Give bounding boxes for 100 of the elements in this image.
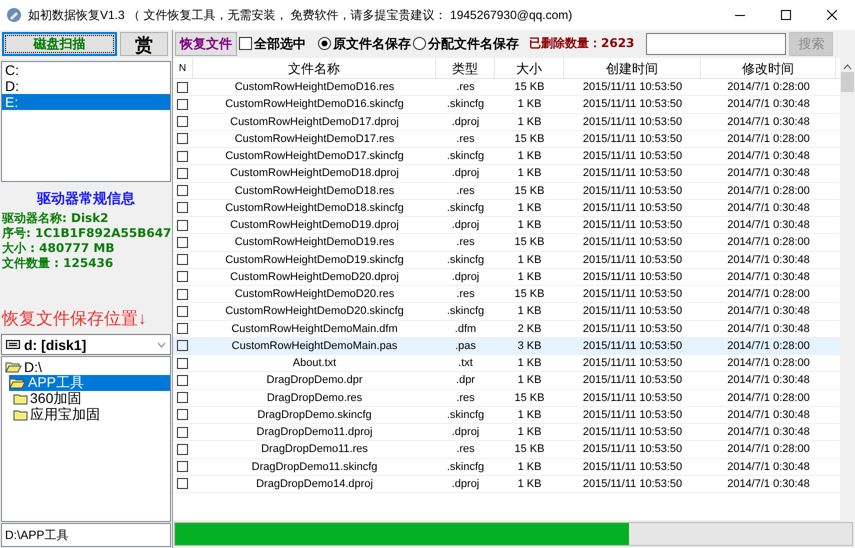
file-row[interactable]: CustomRowHeightDemoD17.res .res 15 KB 2015/11/11 10:53:50 2014/7/1 0:28:00 (173, 130, 840, 148)
column-header[interactable]: N (173, 58, 193, 79)
column-header[interactable]: 创建时间 (564, 58, 701, 79)
search-field[interactable] (646, 32, 786, 54)
file-row[interactable]: CustomRowHeightDemoD18.res .res 15 KB 2015/11/11 10:53:50 2014/7/1 0:28:00 (173, 182, 840, 200)
table-cell-text: 2014/7/1 0:30:48 (726, 167, 811, 180)
table-cell-text: .dproj (450, 167, 480, 180)
file-row[interactable]: CustomRowHeightDemoMain.pas .pas 3 KB 2015/11/11 10:53:50 2014/7/1 0:28:00 (173, 338, 840, 355)
file-row[interactable]: DragDropDemo.res .res 15 KB 2015/11/11 10:53:50 2014/7/1 0:28:00 (173, 390, 840, 407)
table-cell-text: CustomRowHeightDemoD16.res (234, 81, 396, 94)
file-row[interactable]: CustomRowHeightDemoD19.skincfg .skincfg 1 KB 2015/11/11 10:53:50 2014/7/1 0:30:48 (173, 252, 840, 269)
drive-combo[interactable]: d: [disk1] (1, 334, 171, 355)
row-checkbox[interactable] (177, 374, 188, 386)
table-cell-text: 2015/11/11 10:53:50 (582, 116, 684, 128)
table-cell-text: DragDropDemo14.dproj (255, 478, 374, 490)
drive-info-line: 文件数量 : 125436 (1, 256, 114, 272)
folder-item[interactable]: APP工具 (9, 374, 170, 391)
table-cell-text: 2015/11/11 10:53:50 (582, 132, 684, 145)
row-checkbox[interactable] (177, 444, 188, 455)
file-row[interactable]: CustomRowHeightDemoD19.res .res 15 KB 2015/11/11 10:53:50 2014/7/1 0:28:00 (173, 234, 840, 252)
row-checkbox[interactable] (177, 236, 188, 248)
folder-item[interactable]: 360加固 (13, 390, 84, 407)
reward-button[interactable]: 赏 (120, 32, 168, 56)
column-header[interactable]: 修改时间 (701, 58, 836, 79)
file-row[interactable]: CustomRowHeightDemoD20.dproj .dproj 1 KB 2015/11/11 10:53:50 2014/7/1 0:30:48 (173, 268, 840, 286)
row-checkbox[interactable] (177, 116, 188, 128)
file-row[interactable]: About.txt .txt 1 KB 2015/11/11 10:53:50 2014/7/1 0:28:00 (173, 355, 840, 372)
folder-item[interactable]: 应用宝加固 (13, 406, 102, 423)
table-cell-text: 2015/11/11 10:53:50 (582, 270, 684, 283)
table-cell-text: 2014/7/1 0:28:00 (726, 81, 811, 94)
file-row[interactable]: DragDropDemo14.dproj .dproj 1 KB 2015/11/11 10:53:50 2014/7/1 0:30:48 (173, 476, 840, 493)
file-row[interactable]: CustomRowHeightDemoD16.skincfg .skincfg 1 KB 2015/11/11 10:53:50 2014/7/1 0:30:48 (173, 96, 840, 114)
row-checkbox[interactable] (177, 340, 188, 352)
row-checkbox[interactable] (177, 150, 188, 162)
recover-files-button[interactable]: 恢复文件 (175, 32, 237, 56)
table-cell-text: CustomRowHeightDemoD16.skincfg (224, 98, 405, 110)
row-checkbox[interactable] (177, 461, 188, 472)
scrollbar-thumb[interactable] (841, 72, 854, 92)
row-checkbox[interactable] (177, 426, 188, 438)
file-row[interactable]: CustomRowHeightDemoD20.skincfg .skincfg 1 KB 2015/11/11 10:53:50 2014/7/1 0:30:48 (173, 303, 840, 320)
table-cell-text: 2015/11/11 10:53:50 (582, 254, 684, 266)
table-cell-text: 15 KB (514, 184, 546, 197)
row-checkbox[interactable] (177, 254, 188, 266)
scan-disk-button[interactable]: 磁盘扫描 (2, 32, 117, 56)
save-mode-radio[interactable]: 分配文件名保存 (413, 34, 519, 52)
file-row[interactable]: CustomRowHeightDemoD18.dproj .dproj 1 KB 2015/11/11 10:53:50 2014/7/1 0:30:48 (173, 165, 840, 182)
file-row[interactable]: CustomRowHeightDemoD16.res .res 15 KB 2015/11/11 10:53:50 2014/7/1 0:28:00 (173, 79, 840, 96)
table-cell-text: DragDropDemo.skincfg (256, 408, 373, 421)
column-header[interactable]: 文件名称 (193, 58, 436, 79)
file-row[interactable]: DragDropDemo11.res .res 15 KB 2015/11/11 10:53:50 2014/7/1 0:28:00 (173, 441, 840, 458)
file-row[interactable]: DragDropDemo.dpr .dpr 1 KB 2015/11/11 10:53:50 2014/7/1 0:30:48 (173, 372, 840, 390)
folder-icon (13, 408, 28, 421)
row-checkbox[interactable] (177, 98, 188, 110)
row-checkbox[interactable] (177, 271, 188, 282)
row-checkbox[interactable] (177, 306, 188, 317)
table-cell-text: 2014/7/1 0:30:48 (726, 219, 811, 232)
select-all-checkbox[interactable]: 全部选中 (239, 34, 306, 52)
row-checkbox[interactable] (177, 288, 188, 300)
row-checkbox[interactable] (177, 220, 188, 231)
drive-item[interactable]: C: (2, 62, 170, 78)
drive-info-line: 大小 : 480777 MB (1, 241, 116, 256)
table-cell-text: 2014/7/1 0:30:48 (726, 426, 811, 438)
file-row[interactable]: CustomRowHeightDemoD18.skincfg .skincfg 1 KB 2015/11/11 10:53:50 2014/7/1 0:30:48 (173, 200, 840, 217)
file-row[interactable]: DragDropDemo11.dproj .dproj 1 KB 2015/11/11 10:53:50 2014/7/1 0:30:48 (173, 424, 840, 442)
scroll-up-icon[interactable] (843, 64, 852, 70)
file-row[interactable]: DragDropDemo11.skincfg .skincfg 1 KB 2015/11/11 10:53:50 2014/7/1 0:30:48 (173, 458, 840, 476)
row-checkbox[interactable] (177, 82, 188, 93)
row-checkbox[interactable] (177, 168, 188, 179)
row-checkbox[interactable] (177, 185, 188, 196)
table-cell-text: 1 KB (516, 116, 542, 128)
close-icon (827, 10, 837, 20)
drive-item[interactable]: D: (2, 78, 170, 94)
row-checkbox[interactable] (177, 392, 188, 404)
file-row[interactable]: CustomRowHeightDemoD20.res .res 15 KB 2015/11/11 10:53:50 2014/7/1 0:28:00 (173, 286, 840, 304)
row-checkbox[interactable] (177, 409, 188, 420)
row-checkbox[interactable] (177, 202, 188, 214)
column-header[interactable]: 类型 (436, 58, 495, 79)
folder-item[interactable]: D:\ (5, 358, 44, 375)
file-row[interactable]: CustomRowHeightDemoD17.skincfg .skincfg 1 KB 2015/11/11 10:53:50 2014/7/1 0:30:48 (173, 148, 840, 166)
table-cell-text: 1 KB (516, 167, 542, 180)
table-cell-text: .dproj (450, 478, 480, 490)
table-cell-text: 1 KB (516, 305, 542, 318)
checkbox-icon (239, 37, 252, 50)
table-cell-text: 2015/11/11 10:53:50 (582, 443, 684, 456)
scrollbar[interactable] (840, 58, 855, 520)
row-checkbox[interactable] (177, 133, 188, 144)
file-row[interactable]: CustomRowHeightDemoD17.dproj .dproj 1 KB 2015/11/11 10:53:50 2014/7/1 0:30:48 (173, 114, 840, 131)
row-checkbox[interactable] (177, 358, 188, 369)
row-checkbox[interactable] (177, 323, 188, 334)
table-cell-text: 2015/11/11 10:53:50 (582, 288, 684, 300)
table-cell-text: 2015/11/11 10:53:50 (582, 374, 684, 386)
file-row[interactable]: CustomRowHeightDemoD19.dproj .dproj 1 KB 2015/11/11 10:53:50 2014/7/1 0:30:48 (173, 217, 840, 234)
table-cell-text: CustomRowHeightDemoD19.res (234, 236, 396, 248)
save-mode-radio[interactable]: 原文件名保存 (318, 34, 411, 52)
table-cell-text: 2014/7/1 0:30:48 (726, 270, 811, 283)
file-row[interactable]: DragDropDemo.skincfg .skincfg 1 KB 2015/11/11 10:53:50 2014/7/1 0:30:48 (173, 406, 840, 424)
table-cell-text: 2014/7/1 0:30:48 (726, 116, 811, 128)
drive-item[interactable]: E: (2, 94, 170, 110)
column-header[interactable]: 大小 (495, 58, 564, 79)
row-checkbox[interactable] (177, 478, 188, 490)
